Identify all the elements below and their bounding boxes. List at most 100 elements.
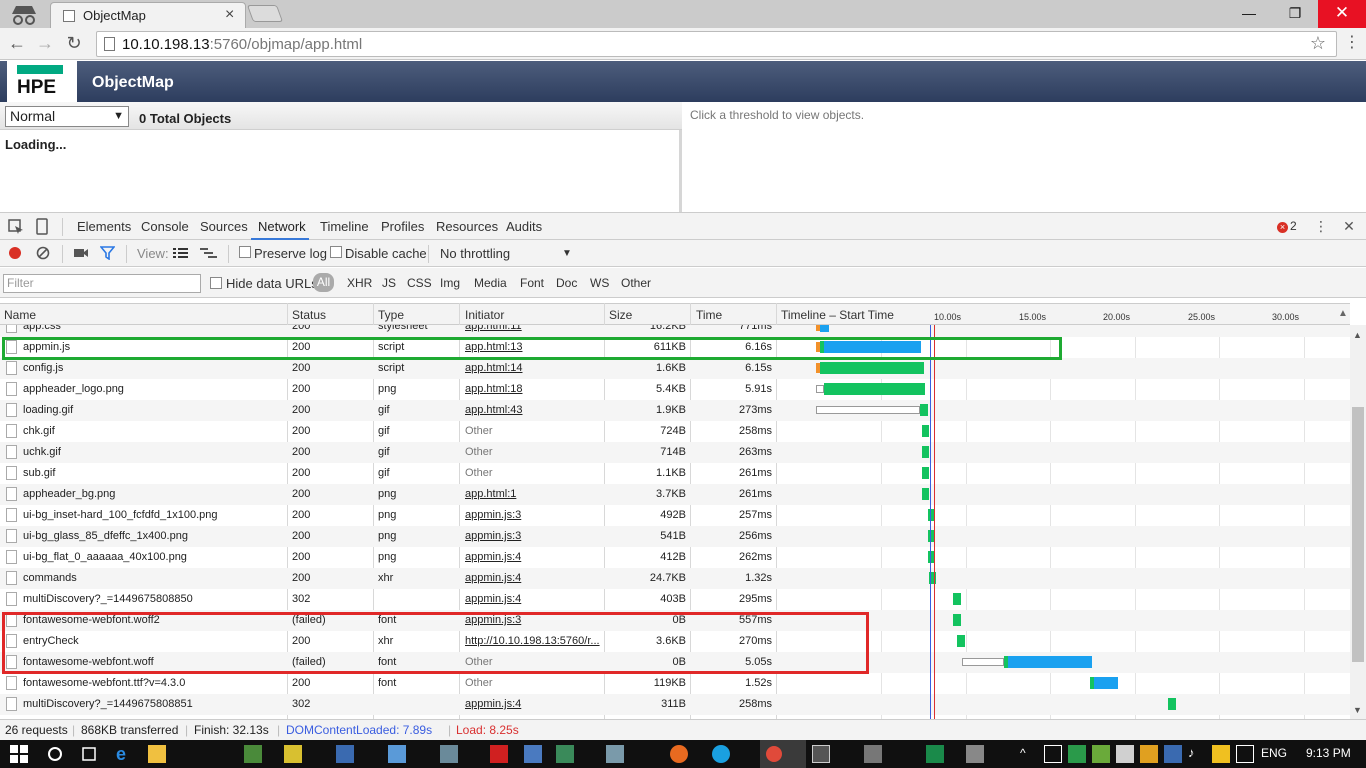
table-row[interactable]: commands 200 xhr appmin.js:4 24.7KB 1.32s [0, 568, 1350, 589]
waterfall-view-icon[interactable] [200, 248, 217, 259]
table-row[interactable]: ui-bg_glass_85_dfeffc_1x400.png 200 png app… [0, 526, 1350, 547]
scroll-up-icon[interactable]: ▲ [1353, 330, 1362, 340]
request-initiator[interactable]: app.html:43 [465, 404, 522, 416]
tray-app-icon[interactable] [1068, 745, 1086, 763]
address-bar[interactable]: 10.10.198.13:5760/objmap/app.html ☆ [96, 31, 1337, 57]
table-row[interactable]: app.css 200 stylesheet app.html:11 16.2KB 771… [0, 325, 1350, 337]
request-name[interactable]: uchk.gif [23, 446, 61, 458]
filter-type-all[interactable]: All [313, 273, 334, 292]
volume-icon[interactable]: ♪ [1188, 745, 1195, 760]
filter-type-css[interactable]: CSS [407, 276, 432, 290]
table-row[interactable]: appheader_logo.png 200 png app.html:18 5.4KB… [0, 379, 1350, 400]
request-initiator[interactable]: app.html:11 [465, 325, 522, 332]
scroll-down-icon[interactable]: ▼ [1353, 705, 1362, 715]
column-initiator[interactable]: Initiator [465, 308, 504, 322]
column-time[interactable]: Time [696, 308, 722, 322]
table-row[interactable]: ui-bg_inset-hard_100_fcfdfd_1x100.png 200… [0, 505, 1350, 526]
forward-button[interactable]: → [34, 32, 56, 54]
bookmark-star-icon[interactable]: ☆ [1310, 33, 1326, 54]
sort-ascending-icon[interactable]: ▲ [1338, 308, 1348, 319]
tab-profiles[interactable]: Profiles [381, 219, 424, 234]
firefox-icon[interactable] [670, 745, 688, 763]
minimize-button[interactable]: — [1226, 0, 1272, 28]
app-icon[interactable] [388, 745, 406, 763]
request-initiator[interactable]: appmin.js:4 [465, 572, 521, 584]
tab-sources[interactable]: Sources [200, 219, 248, 234]
pdf-reader-icon[interactable] [490, 745, 508, 763]
request-name[interactable]: ui-bg_inset-hard_100_fcfdfd_1x100.png [23, 509, 217, 521]
filter-input[interactable]: Filter [3, 274, 201, 293]
request-initiator[interactable]: appmin.js:3 [465, 509, 521, 521]
table-row[interactable]: config.js 200 script app.html:14 1.6KB 6.15s [0, 358, 1350, 379]
tab-elements[interactable]: Elements [77, 219, 131, 234]
request-name[interactable]: loading.gif [23, 404, 73, 416]
task-view-icon[interactable] [80, 745, 98, 763]
chrome-taskbar-button[interactable] [760, 740, 806, 768]
app-icon[interactable] [244, 745, 262, 763]
disable-cache-checkbox[interactable] [330, 246, 342, 258]
reload-button[interactable]: ↻ [63, 32, 85, 54]
column-name[interactable]: Name [4, 308, 36, 322]
filter-type-xhr[interactable]: XHR [347, 276, 372, 290]
filter-icon[interactable] [100, 246, 115, 260]
tab-close-icon[interactable]: × [225, 6, 234, 24]
record-icon[interactable] [9, 247, 21, 259]
tab-network[interactable]: Network [258, 219, 306, 234]
tray-overflow-icon[interactable]: ^ [1020, 746, 1026, 760]
request-name[interactable]: ui-bg_flat_0_aaaaaa_40x100.png [23, 551, 187, 563]
table-row[interactable]: ui-bg_flat_0_aaaaaa_40x100.png 200 png appm… [0, 547, 1350, 568]
devtools-close-icon[interactable]: ✕ [1342, 218, 1356, 234]
request-name[interactable]: multiDiscovery?_=1449675808850 [23, 593, 193, 605]
camera-icon[interactable] [73, 247, 89, 259]
notifications-icon[interactable] [1236, 745, 1254, 763]
request-initiator[interactable]: appmin.js:3 [465, 530, 521, 542]
table-row[interactable]: chk.gif 200 gif Other 724B 258ms [0, 421, 1350, 442]
filter-type-ws[interactable]: WS [590, 276, 609, 290]
request-name[interactable]: appheader_bg.png [23, 488, 115, 500]
column-status[interactable]: Status [292, 308, 326, 322]
hide-data-urls-checkbox[interactable] [210, 277, 222, 289]
tab-audits[interactable]: Audits [506, 219, 542, 234]
maximize-button[interactable]: ❐ [1272, 0, 1318, 28]
list-view-icon[interactable] [173, 248, 188, 259]
filter-type-js[interactable]: JS [382, 276, 396, 290]
browser-tab-objectmap[interactable]: ObjectMap × [50, 2, 246, 28]
request-name[interactable]: multiDiscovery?_=1449675808851 [23, 698, 193, 710]
table-row[interactable]: multiDiscovery?_=1449675808851 302 appmin.… [0, 694, 1350, 715]
tray-app-icon[interactable] [1092, 745, 1110, 763]
excel-icon[interactable] [926, 745, 944, 763]
filter-type-img[interactable]: Img [440, 276, 460, 290]
request-list-scrollbar[interactable]: ▲ ▼ [1350, 325, 1366, 719]
tray-app-icon[interactable] [1164, 745, 1182, 763]
edge-icon[interactable]: e [116, 745, 134, 763]
request-initiator[interactable]: app.html:14 [465, 362, 522, 374]
table-row[interactable]: multiDiscovery?_=1449675808850 302 appmin.… [0, 589, 1350, 610]
table-row[interactable]: loading.gif 200 gif app.html:43 1.9KB 273ms [0, 400, 1350, 421]
google-drive-icon[interactable] [1212, 745, 1230, 763]
network-tray-icon[interactable] [1044, 745, 1062, 763]
request-name[interactable]: config.js [23, 362, 63, 374]
tray-app-icon[interactable] [1140, 745, 1158, 763]
7zip-icon[interactable] [864, 745, 882, 763]
device-mode-icon[interactable] [36, 218, 48, 235]
app-icon[interactable] [606, 745, 624, 763]
tab-timeline[interactable]: Timeline [320, 219, 369, 234]
column-timeline[interactable]: Timeline – Start Time [781, 308, 894, 322]
filter-type-font[interactable]: Font [520, 276, 544, 290]
request-name[interactable]: chk.gif [23, 425, 55, 437]
skype-icon[interactable] [712, 745, 730, 763]
request-name[interactable]: app.css [23, 325, 61, 332]
window-close-button[interactable]: ✕ [1318, 0, 1366, 28]
table-row[interactable]: uchk.gif 200 gif Other 714B 263ms [0, 442, 1350, 463]
error-counter[interactable]: × 2 [1277, 219, 1297, 233]
request-name[interactable]: fontawesome-webfont.ttf?v=4.3.0 [23, 677, 185, 689]
preserve-log-checkbox[interactable] [239, 246, 251, 258]
app-icon[interactable] [966, 745, 984, 763]
word-tray-icon[interactable] [1116, 745, 1134, 763]
network-app-icon[interactable] [440, 745, 458, 763]
request-name[interactable]: commands [23, 572, 77, 584]
scrollbar-thumb[interactable] [1352, 407, 1364, 662]
request-name[interactable]: ui-bg_glass_85_dfeffc_1x400.png [23, 530, 188, 542]
new-tab-button[interactable] [246, 5, 284, 22]
mode-select[interactable]: Normal ▼ [5, 106, 129, 127]
